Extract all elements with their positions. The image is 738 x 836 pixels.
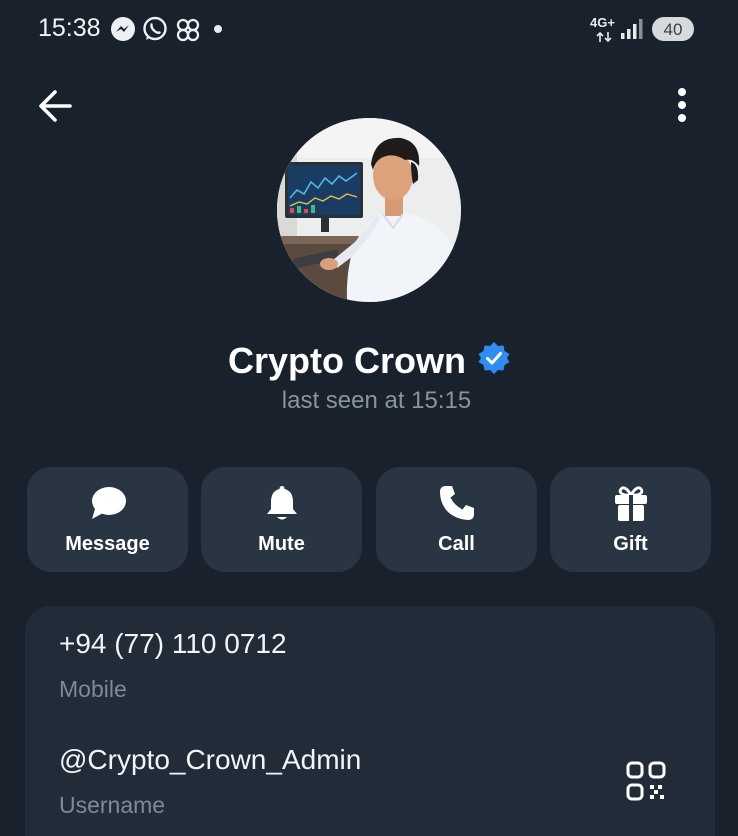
whatsapp-icon <box>142 16 168 47</box>
app-icon <box>174 16 202 49</box>
gift-button[interactable]: Gift <box>550 467 711 572</box>
call-button[interactable]: Call <box>376 467 537 572</box>
status-bar: 15:38 4G+ 40 <box>0 0 738 58</box>
more-vertical-icon <box>678 88 686 122</box>
profile-avatar[interactable] <box>277 118 461 302</box>
gift-button-label: Gift <box>613 533 648 555</box>
username-label: Username <box>59 792 166 818</box>
profile-name-row: Crypto Crown <box>0 338 738 384</box>
qr-code-icon <box>626 761 666 801</box>
battery-level: 40 <box>663 20 683 39</box>
verified-badge-icon <box>477 341 511 375</box>
notification-dot-icon <box>214 25 222 33</box>
call-button-label: Call <box>438 533 475 555</box>
username-value[interactable]: @Crypto_Crown_Admin <box>59 744 361 776</box>
battery-icon: 40 <box>652 17 694 41</box>
mute-button[interactable]: Mute <box>201 467 362 572</box>
phone-number[interactable]: +94 (77) 110 0712 <box>59 628 287 660</box>
chat-bubble-icon <box>27 483 188 523</box>
phone-icon <box>376 483 537 523</box>
back-button[interactable] <box>34 84 78 128</box>
message-button-label: Message <box>65 533 150 555</box>
more-options-button[interactable] <box>664 84 700 128</box>
qr-code-button[interactable] <box>625 760 667 802</box>
bell-icon <box>201 483 362 523</box>
profile-name: Crypto Crown <box>228 340 466 381</box>
message-button[interactable]: Message <box>27 467 188 572</box>
gift-icon <box>550 483 711 523</box>
messenger-icon <box>110 16 136 47</box>
data-arrows-icon <box>596 30 612 48</box>
arrow-left-icon <box>39 90 72 122</box>
mute-button-label: Mute <box>258 533 305 555</box>
signal-icon <box>620 18 644 45</box>
status-time: 15:38 <box>38 14 101 42</box>
last-seen-status: last seen at 15:15 <box>281 387 472 414</box>
phone-label: Mobile <box>59 676 127 702</box>
contact-info-card: +94 (77) 110 0712 Mobile @Crypto_Crown_A… <box>25 606 715 836</box>
network-type: 4G+ <box>590 15 615 30</box>
